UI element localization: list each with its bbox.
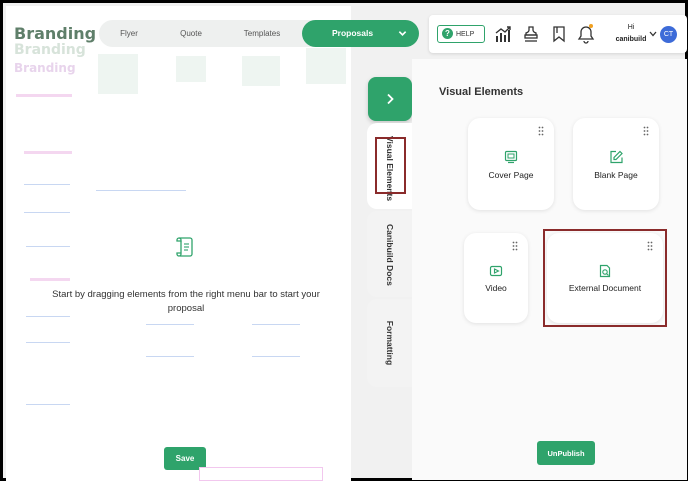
tab-quote[interactable]: Quote xyxy=(161,20,221,47)
ghost-artifact xyxy=(24,184,70,185)
tab-templates[interactable]: Templates xyxy=(229,20,295,47)
edit-page-icon xyxy=(610,150,623,164)
ghost-artifact xyxy=(98,54,138,94)
brand-title-ghost: Branding xyxy=(14,42,86,58)
bell-icon xyxy=(577,26,595,44)
notifications[interactable] xyxy=(576,24,596,44)
ghost-artifact xyxy=(146,356,194,357)
tab-proposals[interactable]: Proposals xyxy=(302,20,419,47)
highlight-box xyxy=(543,229,667,327)
help-button[interactable]: ? HELP xyxy=(437,25,485,43)
rail-tab-label: Formatting xyxy=(384,308,396,378)
chevron-right-icon xyxy=(387,93,394,105)
avatar[interactable]: CT xyxy=(660,26,677,43)
drag-handle-icon[interactable] xyxy=(643,126,649,136)
ghost-artifact xyxy=(146,324,194,325)
ghost-artifact xyxy=(252,356,300,357)
card-label: Cover Page xyxy=(488,170,534,180)
ghost-artifact xyxy=(16,94,72,97)
stamp-icon[interactable] xyxy=(521,24,541,44)
rail-tab-label: Canibuild Docs xyxy=(384,224,396,286)
question-icon: ? xyxy=(442,28,453,39)
chevron-down-icon[interactable] xyxy=(649,31,657,37)
app-frame: Branding Branding Branding Start by drag… xyxy=(0,0,688,481)
card-label: Video xyxy=(485,283,507,293)
ghost-artifact xyxy=(26,404,70,405)
user-greeting[interactable]: Hi canibuild xyxy=(609,22,653,46)
brand-title: Branding xyxy=(14,24,97,43)
greeting-text: Hi xyxy=(627,24,635,31)
rail-tab-label-text: Formatting xyxy=(384,320,395,366)
drag-handle-icon[interactable] xyxy=(538,126,544,136)
panel-title: Visual Elements xyxy=(439,86,524,98)
empty-state-message: Start by dragging elements from the righ… xyxy=(52,289,320,314)
ghost-artifact xyxy=(30,278,70,281)
ghost-artifact xyxy=(26,246,70,247)
notification-dot xyxy=(589,24,593,28)
brand-title-ghost-2: Branding xyxy=(14,61,76,75)
element-card-blank-page[interactable]: Blank Page xyxy=(573,118,659,210)
scroll-icon xyxy=(176,237,193,257)
unpublish-button[interactable]: UnPublish xyxy=(537,441,595,465)
ghost-artifact xyxy=(26,342,70,343)
help-label: HELP xyxy=(456,30,475,38)
element-card-cover-page[interactable]: Cover Page xyxy=(468,118,554,210)
bookmark-icon[interactable] xyxy=(549,24,569,44)
cover-page-icon xyxy=(504,150,518,164)
chart-growth-icon[interactable] xyxy=(493,24,513,44)
ghost-artifact xyxy=(26,316,70,317)
proposal-canvas[interactable]: Branding Branding Branding Start by drag… xyxy=(6,6,351,481)
ghost-artifact xyxy=(176,56,206,82)
tab-proposals-label: Proposals xyxy=(332,28,374,38)
drag-handle-icon[interactable] xyxy=(512,241,518,251)
rail-tab-canibuild-docs[interactable]: Canibuild Docs xyxy=(367,211,412,297)
video-icon xyxy=(489,265,503,277)
card-label: Blank Page xyxy=(594,170,638,180)
ghost-artifact xyxy=(252,324,300,325)
highlight-box xyxy=(375,137,406,194)
panel-toggle-button[interactable] xyxy=(368,77,412,121)
tab-flyer[interactable]: Flyer xyxy=(99,20,159,47)
ghost-artifact xyxy=(199,467,323,481)
element-card-video[interactable]: Video xyxy=(464,233,528,323)
ghost-artifact xyxy=(306,48,346,84)
chevron-down-icon xyxy=(398,31,407,36)
ghost-artifact xyxy=(242,56,280,86)
user-name: canibuild xyxy=(615,36,647,43)
rail-tab-label-text: Canibuild Docs xyxy=(384,224,395,286)
ghost-artifact xyxy=(24,212,70,213)
rail-tab-formatting[interactable]: Formatting xyxy=(367,299,412,387)
top-header: ? HELP Hi canibuild CT xyxy=(429,15,687,53)
ghost-artifact xyxy=(24,151,72,154)
ghost-artifact xyxy=(96,190,186,191)
document-type-tabs: Flyer Quote Templates Proposals xyxy=(99,20,419,47)
